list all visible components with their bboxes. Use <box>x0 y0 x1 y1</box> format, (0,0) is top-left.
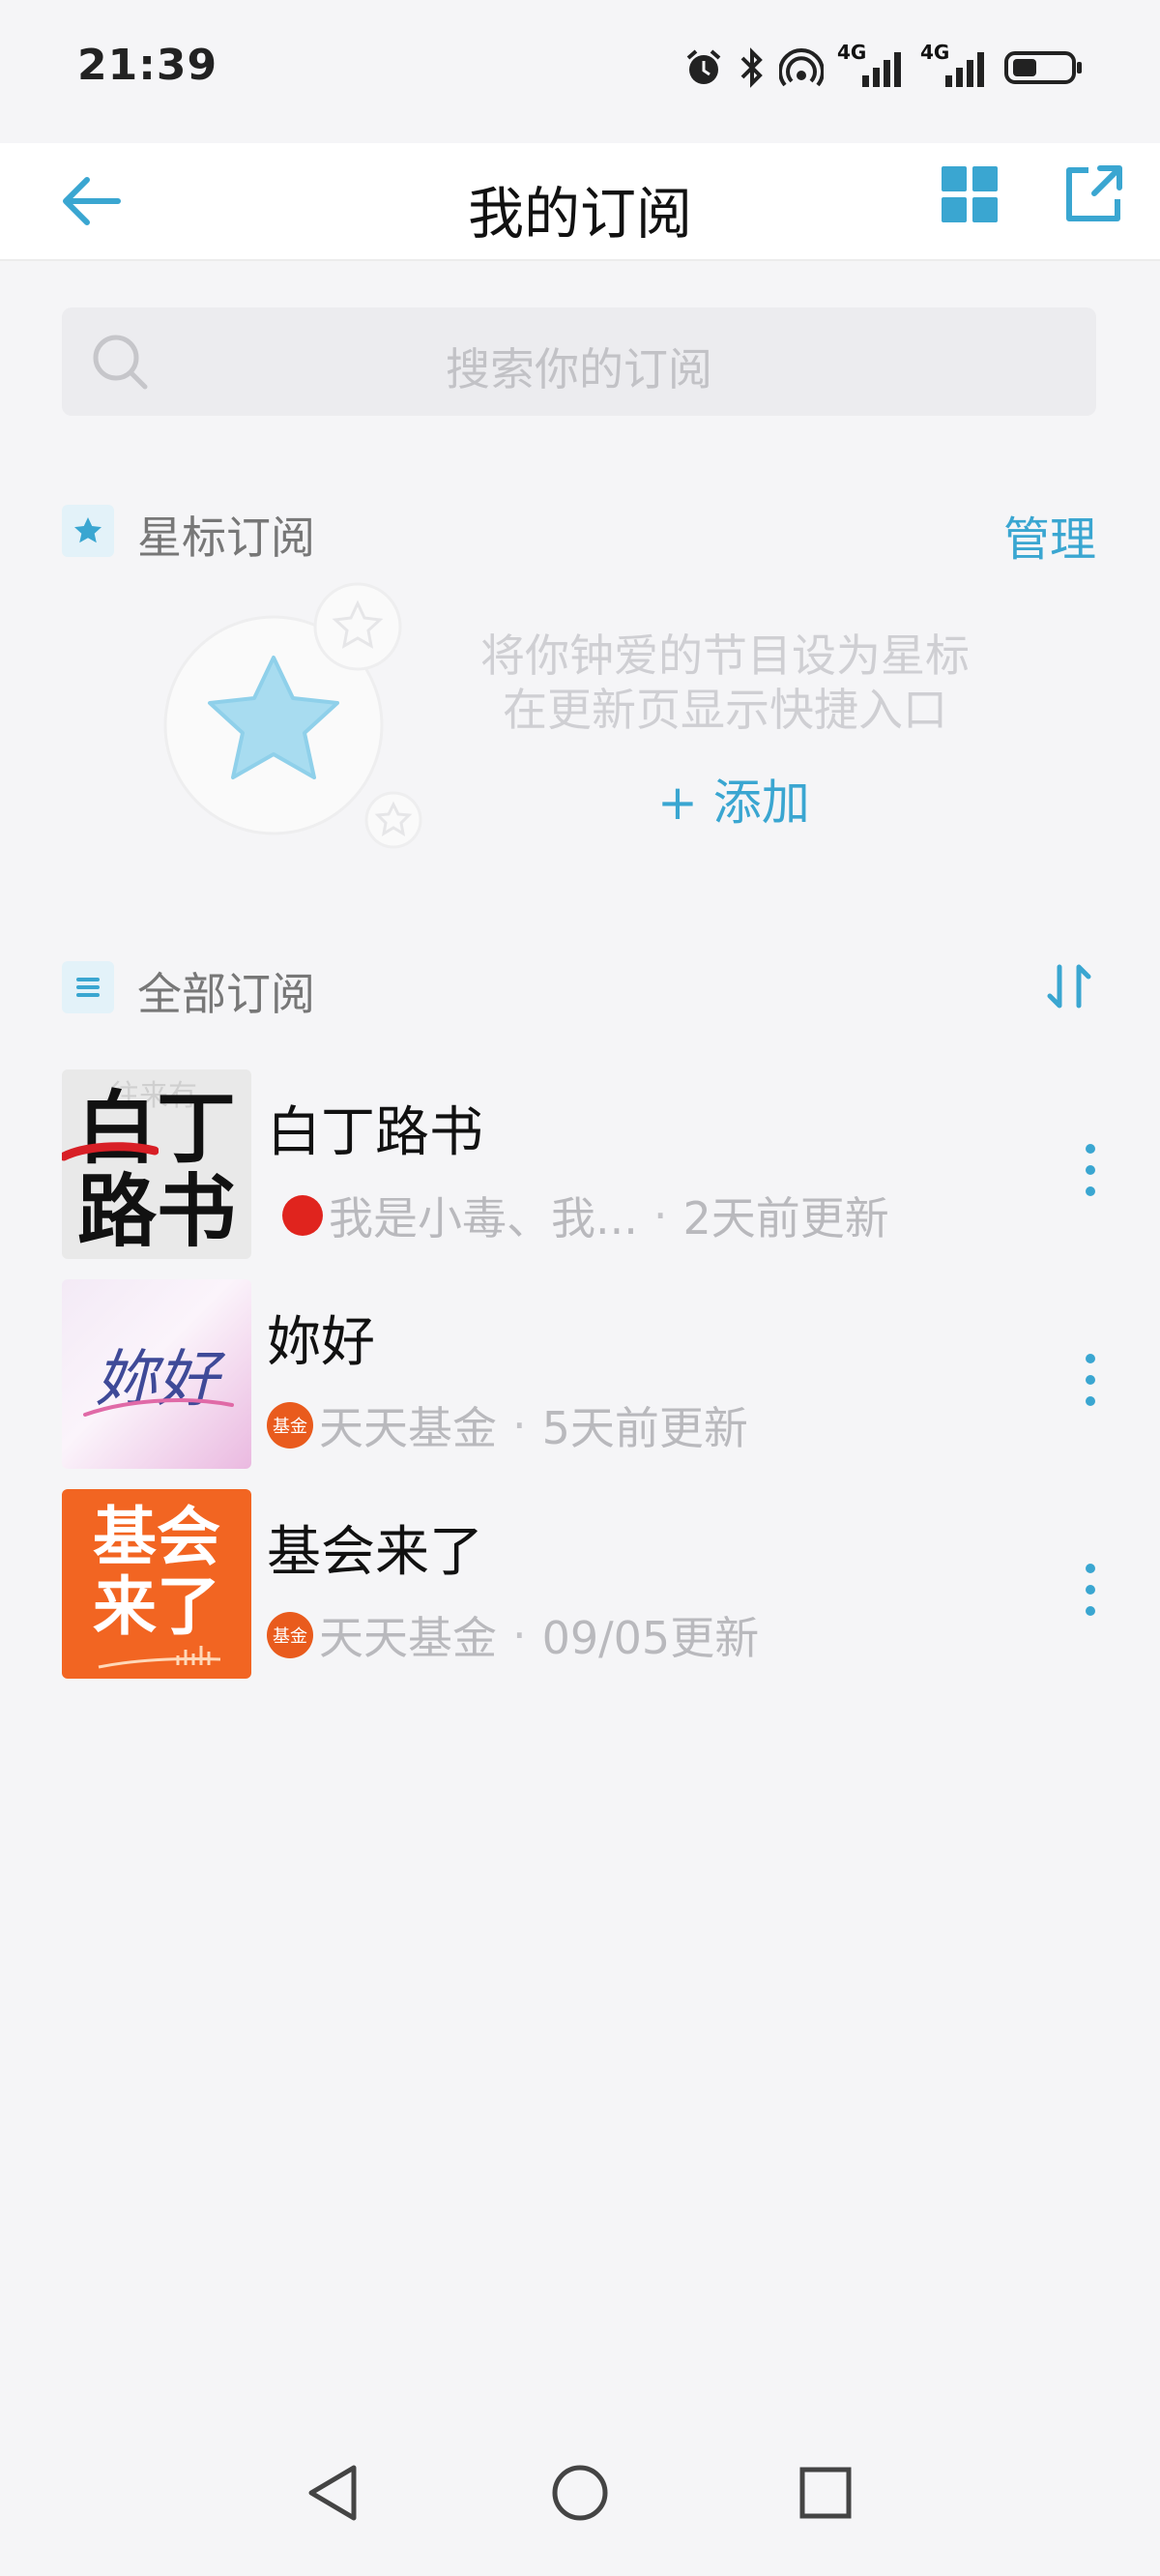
podcast-cover: 基会 来了 <box>62 1489 251 1679</box>
item-meta: 我是小毒、我... · 2天前更新 <box>267 1184 889 1247</box>
bluetooth-icon <box>740 47 763 88</box>
meta-separator: · <box>512 1399 527 1451</box>
manage-button[interactable]: 管理 <box>1003 501 1096 569</box>
author-avatar: 基金 <box>267 1402 313 1449</box>
starred-empty-line2: 在更新页显示快捷入口 <box>503 684 947 736</box>
item-meta: 基金 天天基金 · 5天前更新 <box>267 1393 748 1457</box>
all-section-header: 全部订阅 <box>62 957 1096 1020</box>
more-options-icon[interactable] <box>1071 1551 1110 1628</box>
meta-separator: · <box>512 1609 527 1661</box>
signal-icon-1: 4G <box>837 41 907 89</box>
status-icons: 4G 4G <box>682 41 1085 89</box>
status-time: 21:39 <box>77 41 218 90</box>
grid-view-icon[interactable] <box>936 161 1003 228</box>
starred-section-header: 星标订阅 管理 <box>62 501 1096 567</box>
sort-icon[interactable] <box>1042 959 1096 1013</box>
all-title: 全部订阅 <box>137 968 315 1020</box>
alarm-icon <box>686 49 721 84</box>
cover-swoosh <box>83 1398 234 1417</box>
app-bar: 我的订阅 <box>0 143 1160 261</box>
item-updated: 5天前更新 <box>541 1402 748 1454</box>
item-title: 基会来了 <box>267 1521 483 1584</box>
podcast-cover: 妳好 <box>62 1279 251 1469</box>
star-badge-icon <box>62 505 114 557</box>
network-type-2: 4G <box>920 41 950 64</box>
battery-icon <box>1004 51 1082 84</box>
starred-title: 星标订阅 <box>137 512 315 564</box>
more-options-icon[interactable] <box>1071 1131 1110 1209</box>
cover-text-line2: 来了 <box>93 1569 220 1644</box>
cover-brush-stroke <box>62 1142 159 1161</box>
signal-icon-2: 4G <box>920 41 990 89</box>
more-options-icon[interactable] <box>1071 1341 1110 1419</box>
cover-soundwave <box>98 1646 221 1669</box>
starred-empty-message: 将你钟爱的节目设为星标 在更新页显示快捷入口 <box>435 629 1015 737</box>
list-item[interactable]: 往来有 白丁 路书 白丁路书 我是小毒、我... · 2天前更新 <box>62 1069 1125 1259</box>
empty-star-illustration <box>163 582 422 849</box>
status-bar: 21:39 4G 4G <box>0 0 1160 143</box>
nav-back-icon[interactable] <box>296 2454 373 2532</box>
search-input[interactable]: 搜索你的订阅 <box>62 307 1096 416</box>
list-badge-icon <box>62 961 114 1013</box>
list-item[interactable]: 妳好 妳好 基金 天天基金 · 5天前更新 <box>62 1279 1125 1469</box>
item-title: 妳好 <box>267 1311 375 1374</box>
cover-text-line1: 基会 <box>93 1500 220 1574</box>
add-starred-button[interactable]: + 添加 <box>657 764 810 834</box>
hotspot-icon <box>779 48 824 87</box>
nav-home-icon[interactable] <box>541 2454 619 2532</box>
item-author: 天天基金 <box>319 1402 497 1454</box>
share-icon[interactable] <box>1059 161 1127 228</box>
author-avatar <box>282 1195 323 1236</box>
network-type-1: 4G <box>837 41 867 64</box>
cover-text-line2: 路书 <box>76 1166 236 1258</box>
podcast-cover: 往来有 白丁 路书 <box>62 1069 251 1259</box>
starred-empty-line1: 将你钟爱的节目设为星标 <box>480 629 970 682</box>
author-avatar: 基金 <box>267 1612 313 1658</box>
item-title: 白丁路书 <box>267 1101 483 1164</box>
item-meta: 基金 天天基金 · 09/05更新 <box>267 1603 759 1667</box>
system-nav-bar <box>0 2437 1160 2576</box>
item-author: 天天基金 <box>319 1612 497 1664</box>
item-updated: 09/05更新 <box>541 1612 760 1664</box>
search-placeholder: 搜索你的订阅 <box>446 343 712 395</box>
list-item[interactable]: 基会 来了 基会来了 基金 天天基金 · 09/05更新 <box>62 1489 1125 1679</box>
nav-recents-icon[interactable] <box>787 2454 864 2532</box>
meta-separator: · <box>652 1189 668 1242</box>
item-author: 我是小毒、我... <box>329 1192 638 1244</box>
item-updated: 2天前更新 <box>682 1192 889 1244</box>
